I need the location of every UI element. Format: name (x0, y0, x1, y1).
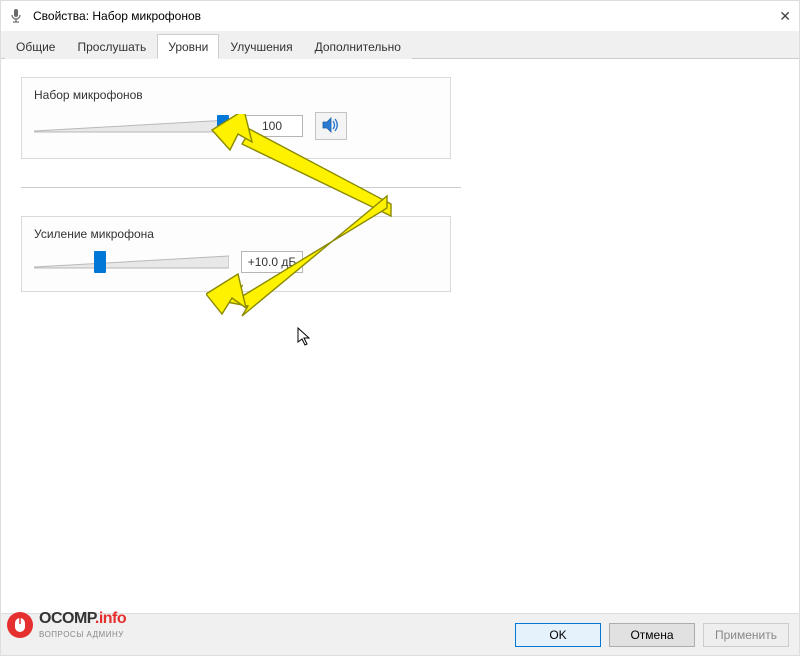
titlebar: Свойства: Набор микрофонов ✕ (1, 1, 799, 31)
mic-boost-group: Усиление микрофона +10.0 дБ (21, 216, 451, 292)
badge-main-b: .info (95, 610, 126, 627)
mic-array-slider[interactable] (34, 115, 229, 137)
close-icon[interactable]: ✕ (779, 8, 791, 25)
tab-levels[interactable]: Уровни (157, 34, 219, 59)
tab-strip: Общие Прослушать Уровни Улучшения Дополн… (1, 31, 799, 59)
mic-array-value: 100 (241, 115, 303, 137)
mouse-icon (7, 612, 33, 638)
mic-boost-slider[interactable] (34, 251, 229, 273)
microphone-icon (9, 8, 25, 24)
badge-main-a: OCOMP (39, 610, 95, 627)
cursor-icon (297, 327, 313, 350)
mic-boost-label: Усиление микрофона (34, 227, 438, 241)
mic-boost-value: +10.0 дБ (241, 251, 303, 273)
apply-button: Применить (703, 623, 789, 647)
window-title: Свойства: Набор микрофонов (33, 9, 201, 23)
badge-sub: ВОПРОСЫ АДМИНУ (39, 630, 124, 639)
site-badge: OCOMP.info ВОПРОСЫ АДМИНУ (7, 611, 126, 639)
speaker-balance-button[interactable] (315, 112, 347, 140)
mic-array-group: Набор микрофонов 100 (21, 77, 451, 159)
cancel-button[interactable]: Отмена (609, 623, 695, 647)
divider (21, 187, 461, 188)
tab-listen[interactable]: Прослушать (66, 34, 157, 59)
tab-general[interactable]: Общие (5, 34, 66, 59)
tab-advanced[interactable]: Дополнительно (304, 34, 412, 59)
mic-array-label: Набор микрофонов (34, 88, 438, 102)
speaker-icon (322, 117, 340, 136)
ok-button[interactable]: OK (515, 623, 601, 647)
tab-enhancements[interactable]: Улучшения (219, 34, 303, 59)
tab-content-levels: Набор микрофонов 100 (1, 59, 799, 613)
